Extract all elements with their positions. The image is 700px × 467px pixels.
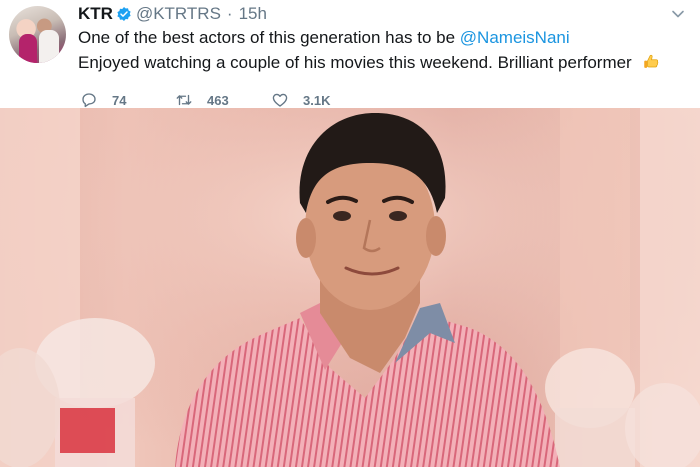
heart-icon (272, 93, 288, 107)
tweet-text: One of the best actors of this generatio… (78, 28, 460, 47)
user-handle[interactable]: @KTRTRS (136, 4, 221, 24)
tweet-text-line-1: One of the best actors of this generatio… (78, 28, 570, 48)
reply-icon (82, 93, 96, 108)
tweet-photo[interactable] (0, 108, 700, 467)
photo-illustration (0, 108, 700, 467)
tweet-actions: 74 463 3.1K (80, 90, 330, 110)
retweet-icon (176, 94, 192, 106)
retweet-button[interactable]: 463 (175, 91, 271, 109)
verified-badge-icon (117, 7, 131, 21)
reply-button[interactable]: 74 (80, 91, 175, 109)
tweet-text-line-2: Enjoyed watching a couple of his movies … (78, 53, 660, 73)
avatar[interactable] (9, 6, 66, 63)
tweet-text: Enjoyed watching a couple of his movies … (78, 53, 632, 72)
tweet-header: KTR @KTRTRS · 15h (78, 3, 267, 25)
retweet-count: 463 (207, 92, 229, 108)
mention-link[interactable]: @NameisNani (460, 28, 570, 47)
separator-dot: · (226, 4, 233, 23)
like-button[interactable]: 3.1K (271, 91, 330, 109)
display-name[interactable]: KTR (78, 4, 113, 24)
avatar-figure (39, 30, 59, 63)
thumbs-up-icon (644, 54, 659, 68)
timestamp[interactable]: 15h (239, 4, 267, 24)
like-count: 3.1K (303, 92, 331, 108)
chevron-down-icon[interactable] (670, 6, 686, 22)
tweet-card: KTR @KTRTRS · 15h One of the best actors… (0, 0, 700, 108)
reply-count: 74 (112, 92, 127, 108)
avatar-figure (19, 34, 37, 63)
